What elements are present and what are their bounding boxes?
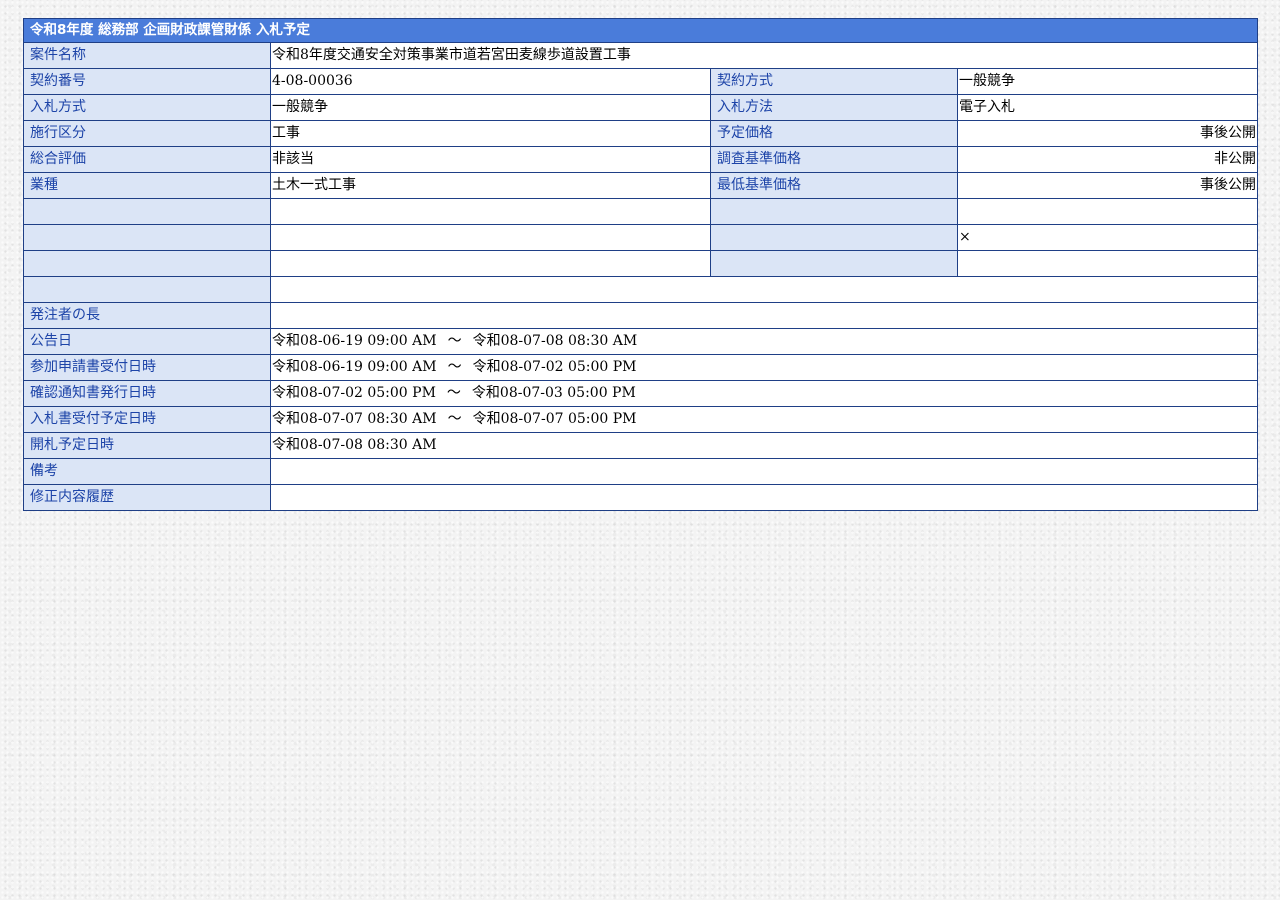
period-end: 令和08-07-07 05:00 PM — [472, 411, 637, 427]
minimum-standard-price-value: 事後公開 — [957, 172, 1258, 199]
table-row — [23, 250, 1258, 277]
table-row: 修正内容履歴 — [23, 484, 1258, 511]
remarks-value — [270, 458, 1258, 485]
empty-label — [710, 250, 958, 277]
empty-value — [270, 198, 711, 225]
period-start: 令和08-06-19 09:00 AM — [272, 333, 437, 349]
application-period-label: 参加申請書受付日時 — [23, 354, 271, 381]
table-row: 開札予定日時 令和08-07-08 08:30 AM — [23, 432, 1258, 459]
table-row: 総合評価 非該当 調査基準価格 非公開 — [23, 146, 1258, 173]
schedule-row: 入札書受付予定日時 令和08-07-07 08:30 AM ～令和08-07-07… — [23, 406, 1258, 433]
period-separator: ～ — [446, 385, 461, 401]
contract-method-value: 一般競争 — [957, 68, 1258, 95]
empty-value — [270, 276, 1258, 303]
execution-category-value: 工事 — [270, 120, 711, 147]
planned-price-value: 事後公開 — [957, 120, 1258, 147]
table-row — [23, 276, 1258, 303]
announcement-date-value: 令和08-06-19 09:00 AM ～ 令和08-07-08 08:30 AM — [270, 328, 1258, 355]
table-row: 業種 土木一式工事 最低基準価格 事後公開 — [23, 172, 1258, 199]
overall-evaluation-label: 総合評価 — [23, 146, 271, 173]
overall-evaluation-value: 非該当 — [270, 146, 711, 173]
page-title: 令和8年度 総務部 企画財政課管財係 入札予定 — [23, 18, 1258, 43]
bid-type-value: 一般競争 — [270, 94, 711, 121]
cross-mark-value: × — [957, 224, 1258, 251]
table-row: 備考 — [23, 458, 1258, 485]
empty-label — [710, 198, 958, 225]
period-separator: ～ — [447, 359, 462, 375]
schedule-row: 確認通知書発行日時 令和08-07-02 05:00 PM ～ 令和08-07-03… — [23, 380, 1258, 407]
table-header-row: 令和8年度 総務部 企画財政課管財係 入札予定 — [23, 18, 1258, 43]
orderer-value — [270, 302, 1258, 329]
bid-method-value: 電子入札 — [957, 94, 1258, 121]
contract-number-label: 契約番号 — [23, 68, 271, 95]
empty-value — [270, 224, 711, 251]
survey-standard-price-label: 調査基準価格 — [710, 146, 958, 173]
revision-history-value — [270, 484, 1258, 511]
execution-category-label: 施行区分 — [23, 120, 271, 147]
table-row: 契約番号 4-08-00036 契約方式 一般競争 — [23, 68, 1258, 95]
empty-label — [23, 198, 271, 225]
application-period-value: 令和08-06-19 09:00 AM ～ 令和08-07-02 05:00 PM — [270, 354, 1258, 381]
period-start: 令和08-07-07 08:30 AM — [272, 411, 437, 427]
period-end: 令和08-07-03 05:00 PM — [471, 385, 636, 401]
survey-standard-price-value: 非公開 — [957, 146, 1258, 173]
confirmation-notice-label: 確認通知書発行日時 — [23, 380, 271, 407]
revision-history-label: 修正内容履歴 — [23, 484, 271, 511]
empty-value — [957, 198, 1258, 225]
industry-label: 業種 — [23, 172, 271, 199]
bid-type-label: 入札方式 — [23, 94, 271, 121]
contract-method-label: 契約方式 — [710, 68, 958, 95]
period-separator: ～ — [447, 333, 462, 349]
empty-label — [23, 276, 271, 303]
case-name-row: 案件名称 令和8年度交通安全対策事業市道若宮田麦線歩道設置工事 — [23, 42, 1258, 69]
period-end: 令和08-07-08 08:30 AM — [472, 333, 638, 349]
bid-receipt-label: 入札書受付予定日時 — [23, 406, 271, 433]
minimum-standard-price-label: 最低基準価格 — [710, 172, 958, 199]
empty-value — [270, 250, 711, 277]
period-start: 令和08-06-19 09:00 AM — [272, 359, 437, 375]
opening-date-label: 開札予定日時 — [23, 432, 271, 459]
opening-date-value: 令和08-07-08 08:30 AM — [270, 432, 1258, 459]
confirmation-notice-value: 令和08-07-02 05:00 PM ～ 令和08-07-03 05:00 PM — [270, 380, 1258, 407]
period-end: 令和08-07-02 05:00 PM — [472, 359, 637, 375]
table-row: 発注者の長 — [23, 302, 1258, 329]
announcement-date-label: 公告日 — [23, 328, 271, 355]
schedule-row: 参加申請書受付日時 令和08-06-19 09:00 AM ～ 令和08-07-02… — [23, 354, 1258, 381]
orderer-label: 発注者の長 — [23, 302, 271, 329]
empty-label — [23, 250, 271, 277]
table-row: 施行区分 工事 予定価格 事後公開 — [23, 120, 1258, 147]
case-name-value: 令和8年度交通安全対策事業市道若宮田麦線歩道設置工事 — [270, 42, 1258, 69]
bid-method-label: 入札方法 — [710, 94, 958, 121]
table-row: × — [23, 224, 1258, 251]
bid-schedule-table: 令和8年度 総務部 企画財政課管財係 入札予定 案件名称 令和8年度交通安全対策… — [23, 18, 1258, 511]
schedule-row: 公告日 令和08-06-19 09:00 AM ～ 令和08-07-08 08:30… — [23, 328, 1258, 355]
empty-value — [957, 250, 1258, 277]
table-row: 入札方式 一般競争 入札方法 電子入札 — [23, 94, 1258, 121]
contract-number-value: 4-08-00036 — [270, 68, 711, 95]
bid-receipt-value: 令和08-07-07 08:30 AM ～ 令和08-07-07 05:00 PM — [270, 406, 1258, 433]
case-name-label: 案件名称 — [23, 42, 271, 69]
period-start: 令和08-07-02 05:00 PM — [272, 385, 436, 401]
empty-label — [23, 224, 271, 251]
remarks-label: 備考 — [23, 458, 271, 485]
empty-label — [710, 224, 958, 251]
industry-value: 土木一式工事 — [270, 172, 711, 199]
planned-price-label: 予定価格 — [710, 120, 958, 147]
table-row — [23, 198, 1258, 225]
period-separator: ～ — [447, 411, 462, 427]
